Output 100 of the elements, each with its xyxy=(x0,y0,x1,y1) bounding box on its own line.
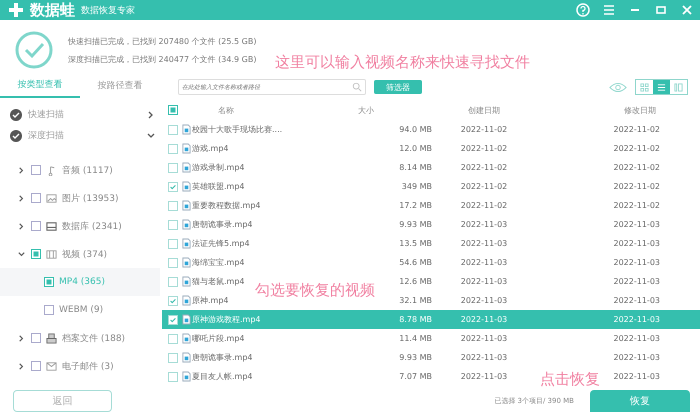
checkbox[interactable] xyxy=(168,352,178,362)
checkbox[interactable] xyxy=(44,305,54,315)
file-icon xyxy=(182,314,191,325)
column-header[interactable]: 创建日期 xyxy=(432,104,536,116)
checkbox[interactable] xyxy=(44,277,54,287)
back-button[interactable]: 返回 xyxy=(13,390,112,412)
checkbox[interactable] xyxy=(31,361,41,371)
chevron-icon[interactable] xyxy=(17,250,26,258)
chevron-icon[interactable] xyxy=(17,194,26,202)
chevron-icon[interactable] xyxy=(146,130,156,140)
scan-summary: 快速扫描已完成，已找到 207480 个文件 (25.5 GB) xyxy=(68,36,256,46)
checkbox[interactable] xyxy=(31,221,41,231)
checkbox[interactable] xyxy=(31,193,41,203)
file-name: 原神.mp4 xyxy=(192,295,230,306)
chevron-icon[interactable] xyxy=(17,362,26,370)
checkbox[interactable] xyxy=(31,249,41,259)
category-label[interactable]: 音频 (1117) xyxy=(62,164,113,176)
checkbox[interactable] xyxy=(168,238,178,248)
envelope-icon xyxy=(46,360,57,372)
file-size: 32.1 MB xyxy=(398,296,432,305)
created-date: 2022-11-02 xyxy=(460,182,508,191)
category-label[interactable]: 视频 (374) xyxy=(62,248,108,260)
created-date: 2022-11-03 xyxy=(460,315,508,324)
modified-date: 2022-11-03 xyxy=(614,315,660,324)
checkbox[interactable] xyxy=(168,258,178,268)
file-icon xyxy=(182,333,191,344)
maximize-icon[interactable] xyxy=(654,3,668,17)
check-badge-icon xyxy=(10,130,22,142)
column-header[interactable]: 名称 xyxy=(192,104,332,116)
annotation-text: 点击恢复 xyxy=(540,370,600,389)
annotation-text: 勾选要恢复的视频 xyxy=(255,281,375,300)
eye-icon[interactable] xyxy=(609,82,627,92)
format-label[interactable]: WEBM (9) xyxy=(59,305,104,315)
file-size: 349 MB xyxy=(400,182,432,191)
file-name: 原神游戏教程.mp4 xyxy=(192,314,262,325)
modified-date: 2022-11-03 xyxy=(614,372,660,381)
format-label[interactable]: MP4 (365) xyxy=(59,277,105,287)
view-tab[interactable]: 按路径查看 xyxy=(80,79,160,98)
file-icon xyxy=(182,162,191,173)
column-header[interactable]: 大小 xyxy=(332,104,432,116)
created-date: 2022-11-03 xyxy=(460,239,508,248)
created-date: 2022-11-03 xyxy=(460,334,508,343)
file-name: 英雄联盟.mp4 xyxy=(192,181,246,192)
file-name: 法证先锋5.mp4 xyxy=(192,238,251,249)
scan-label[interactable]: 快速扫描 xyxy=(28,108,140,121)
film-icon xyxy=(46,248,57,260)
checkbox[interactable] xyxy=(168,372,178,382)
close-icon[interactable] xyxy=(680,3,694,17)
file-size: 12.6 MB xyxy=(398,277,432,286)
cross-logo-icon xyxy=(8,2,24,18)
select-all-checkbox[interactable] xyxy=(168,105,178,115)
created-date: 2022-11-02 xyxy=(460,201,508,210)
category-label[interactable]: 电子邮件 (3) xyxy=(62,360,114,372)
archive-icon xyxy=(46,332,57,344)
file-size: 94.0 MB xyxy=(398,125,432,134)
file-name: 游戏.mp4 xyxy=(192,143,230,154)
chevron-icon[interactable] xyxy=(17,334,26,342)
file-name: 校园十大歌手现场比赛.... xyxy=(192,124,284,135)
menu-icon[interactable] xyxy=(602,3,616,17)
filter-button[interactable]: 筛选器 xyxy=(374,80,422,94)
category-label[interactable]: 图片 (13953) xyxy=(62,192,119,204)
modified-date: 2022-11-03 xyxy=(614,239,660,248)
list-icon xyxy=(657,82,666,92)
chevron-icon[interactable] xyxy=(17,222,26,230)
file-icon xyxy=(182,124,191,135)
checkbox[interactable] xyxy=(168,314,178,324)
selected-row-background[interactable]: MP4 (365) xyxy=(0,268,160,296)
database-icon xyxy=(46,220,57,232)
checkbox[interactable] xyxy=(168,334,178,344)
file-size: 8.14 MB xyxy=(398,163,432,172)
created-date: 2022-11-02 xyxy=(460,125,508,134)
checkbox[interactable] xyxy=(168,276,178,286)
file-size: 7.07 MB xyxy=(398,372,432,381)
checkbox[interactable] xyxy=(168,296,178,306)
help-icon[interactable] xyxy=(576,3,590,17)
list-view-button[interactable] xyxy=(653,80,670,94)
recover-button[interactable]: 恢复 xyxy=(590,390,690,412)
category-label[interactable]: 数据库 (2341) xyxy=(62,220,122,232)
selected-row-background[interactable]: 原神游戏教程.mp4 8.78 MB 2022-11-03 2022-11-03 xyxy=(162,310,700,329)
checkbox[interactable] xyxy=(168,124,178,134)
file-size: 12.0 MB xyxy=(398,144,432,153)
checkbox[interactable] xyxy=(168,220,178,230)
view-tab[interactable]: 按类型查看 xyxy=(0,78,80,98)
checkbox[interactable] xyxy=(168,182,178,192)
file-name: 唐朝诡事录.mp4 xyxy=(192,352,254,363)
category-label[interactable]: 档案文件 (188) xyxy=(62,332,126,344)
file-size: 54.6 MB xyxy=(398,258,432,267)
checkbox[interactable] xyxy=(168,144,178,154)
column-header[interactable]: 修改日期 xyxy=(624,104,656,116)
checkbox[interactable] xyxy=(31,333,41,343)
checkbox[interactable] xyxy=(168,162,178,172)
file-icon xyxy=(182,200,191,211)
chevron-icon[interactable] xyxy=(17,166,26,174)
file-icon xyxy=(182,295,191,306)
scan-label[interactable]: 深度扫描 xyxy=(28,129,140,142)
file-size: 11.4 MB xyxy=(398,334,432,343)
file-name: 唐朝诡事录.mp4 xyxy=(192,219,254,230)
checkbox[interactable] xyxy=(31,165,41,175)
checkbox[interactable] xyxy=(168,200,178,210)
app-logo: 数据蛙 xyxy=(30,0,75,20)
